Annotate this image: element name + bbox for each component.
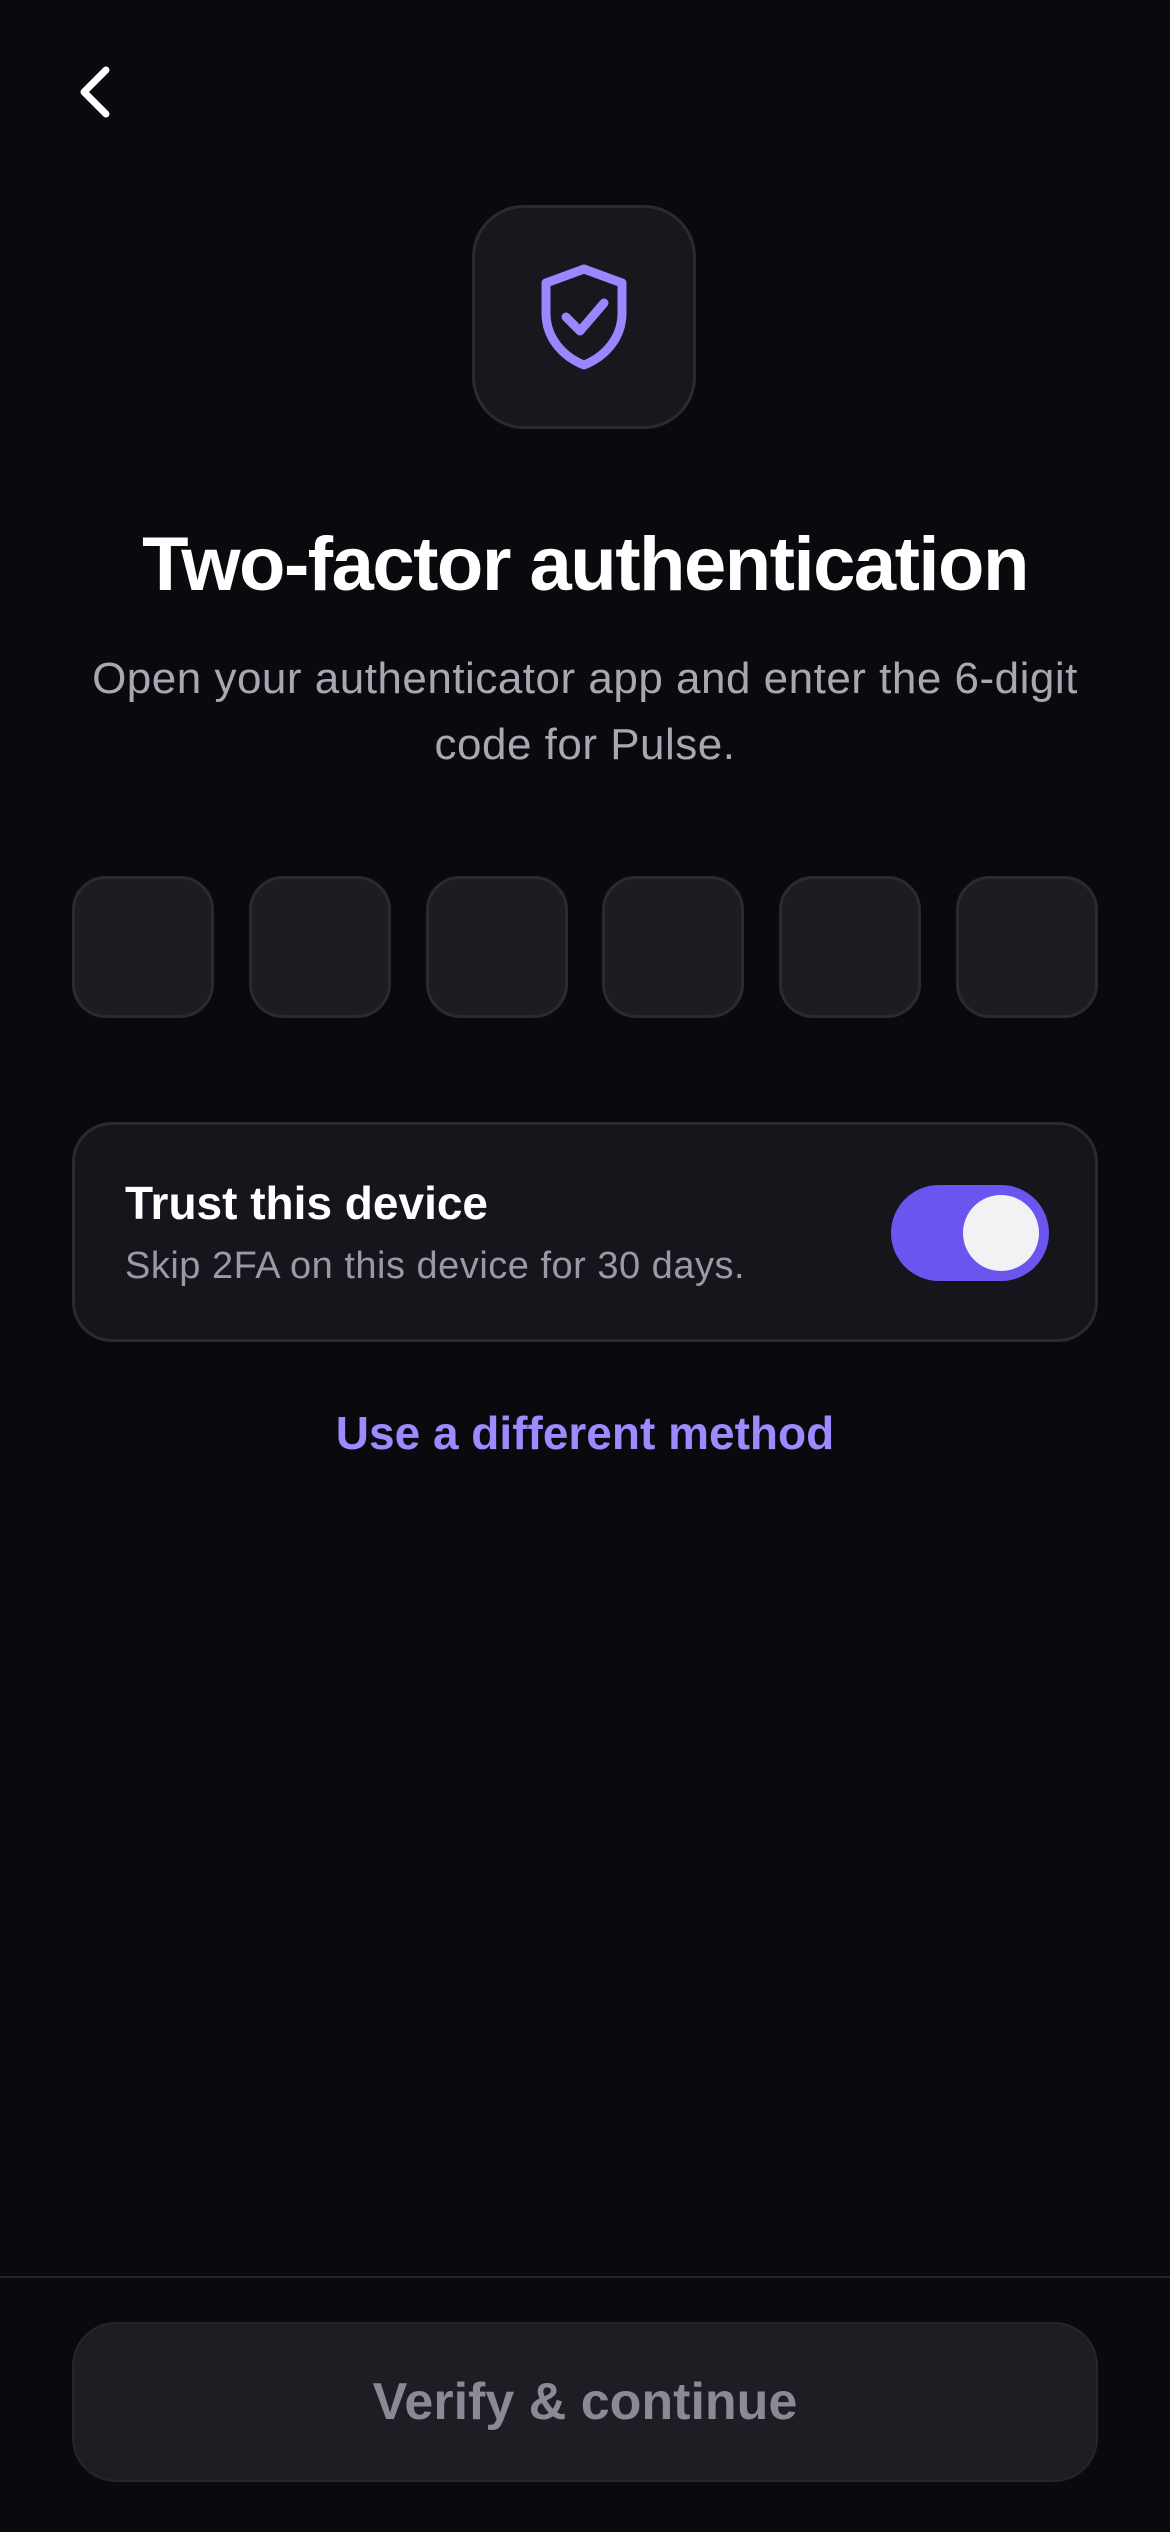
toggle-knob [963, 1195, 1039, 1271]
code-digit-6[interactable] [955, 876, 1098, 1018]
shield-check-icon [541, 264, 627, 370]
page-subtitle: Open your authenticator app and enter th… [92, 654, 1078, 769]
code-digit-4[interactable] [602, 876, 745, 1018]
page-title: Two-factor authentication [142, 522, 1029, 607]
shield-icon-tile [472, 205, 696, 429]
chevron-left-icon [80, 66, 110, 118]
use-different-method-link[interactable]: Use a different method [0, 1400, 1170, 1466]
trust-device-title: Trust this device [125, 1177, 489, 1229]
bottom-divider [0, 2276, 1170, 2278]
trust-device-toggle[interactable] [891, 1185, 1049, 1281]
verify-continue-button[interactable]: Verify & continue [72, 2322, 1098, 2482]
code-digit-2[interactable] [248, 876, 391, 1018]
trust-device-card: Trust this device Skip 2FA on this devic… [72, 1122, 1098, 1342]
code-digit-1[interactable] [72, 876, 214, 1018]
trust-device-description: Skip 2FA on this device for 30 days. [125, 1245, 746, 1287]
back-button[interactable] [56, 52, 136, 132]
code-digit-5[interactable] [779, 876, 922, 1018]
code-input-group [72, 876, 1098, 1018]
code-digit-3[interactable] [425, 876, 568, 1018]
